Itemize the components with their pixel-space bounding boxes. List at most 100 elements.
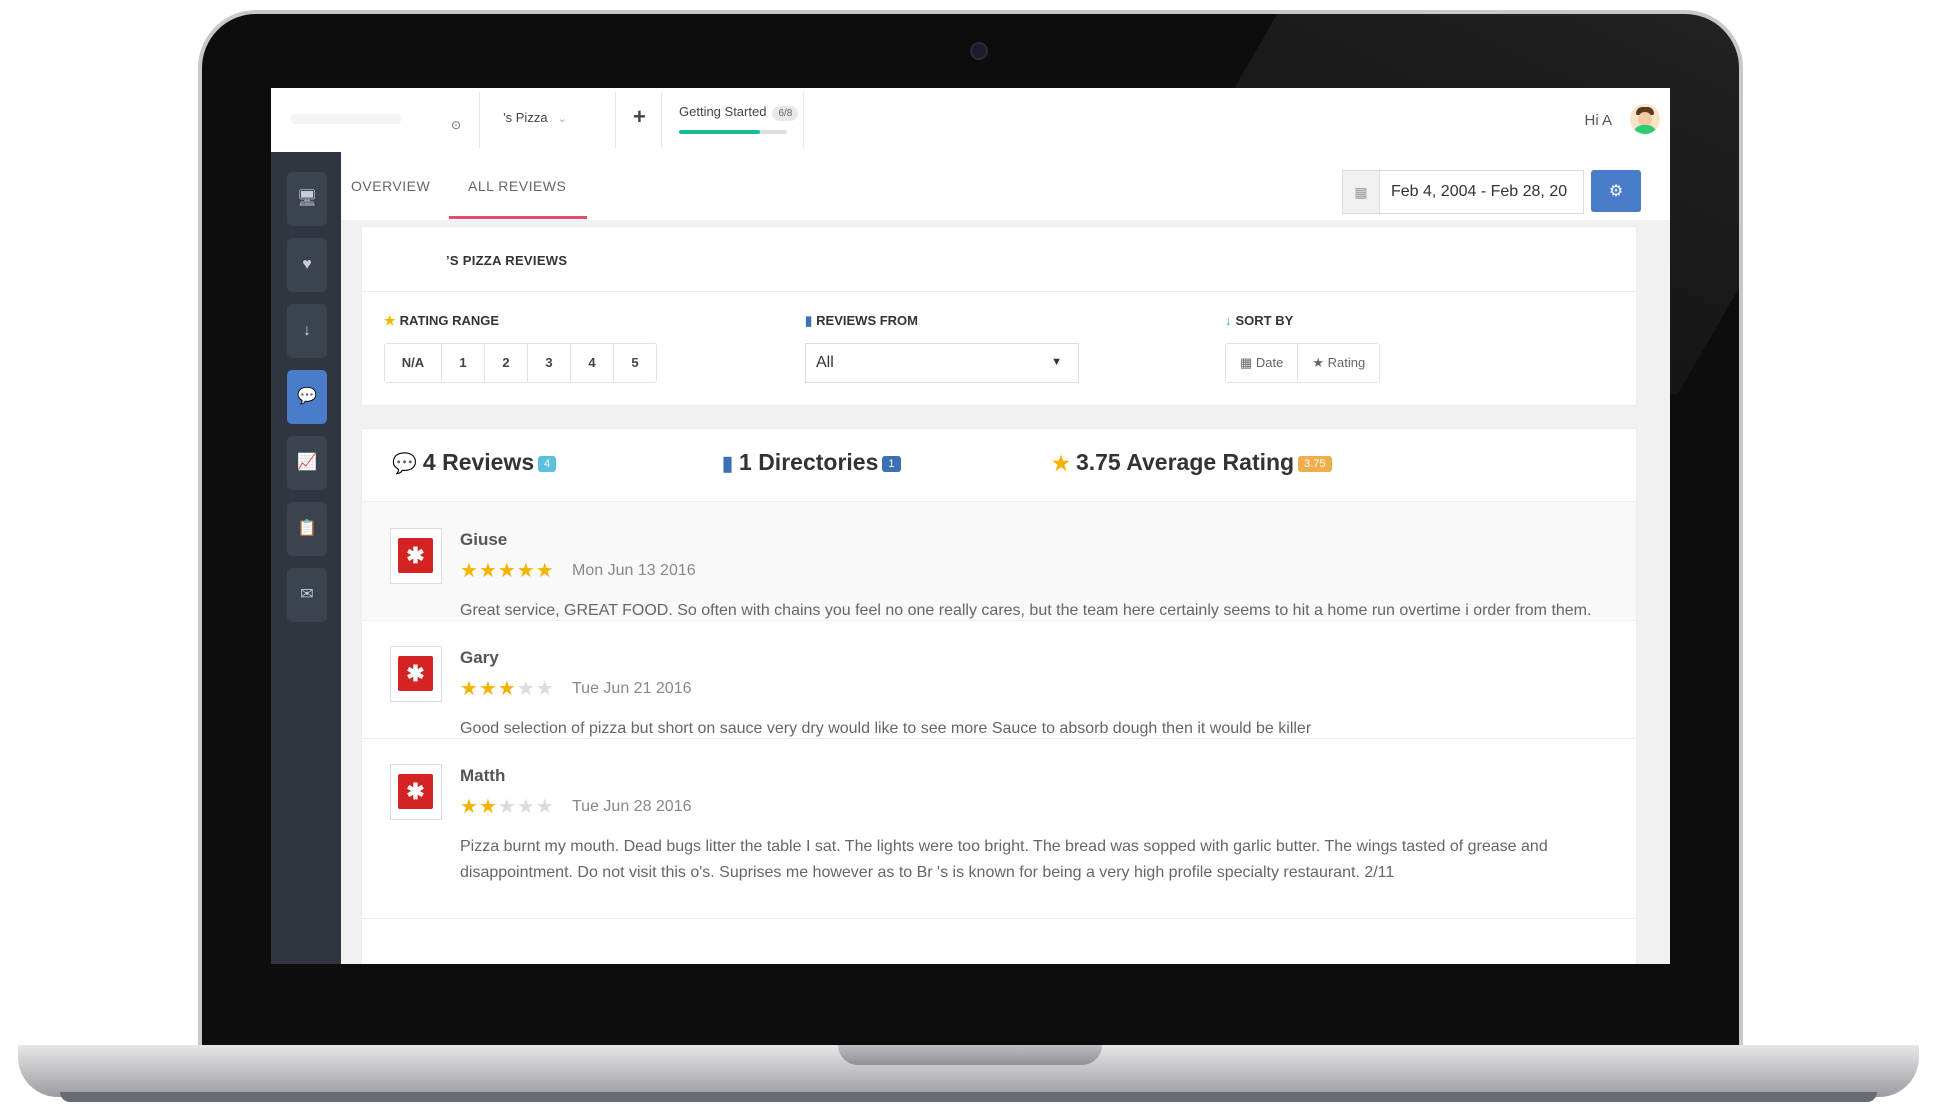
star-filled-icon: ★ xyxy=(460,796,479,818)
sort-date-button[interactable]: ▦ Date xyxy=(1226,344,1299,382)
laptop-base-bottom xyxy=(60,1092,1877,1102)
reviews-count-label: 4 Reviews xyxy=(422,449,535,475)
topbar-divider xyxy=(615,92,616,148)
average-rating-badge: 3.75 xyxy=(1298,455,1332,472)
rating-option-3[interactable]: 3 xyxy=(528,344,571,382)
caret-down-icon: ▼ xyxy=(1051,356,1062,368)
getting-started-label: Getting Started xyxy=(679,104,767,119)
reviewer-name: Gary xyxy=(460,648,499,667)
calendar-icon: ▦ xyxy=(1343,171,1380,213)
top-bar: ⊙ ’s Pizza ⌄ + Getting Started 6/8 Hi A xyxy=(271,88,1670,153)
gear-icon: ⚙ xyxy=(1608,183,1624,200)
main-content: OVERVIEW ALL REVIEWS ▦ ⚙ ’S PIZZA REVIEW… xyxy=(341,152,1670,964)
getting-started-link[interactable]: Getting Started 6/8 xyxy=(679,104,799,121)
sidebar: 🖥 ♥ ↓ 💬 📈 📋 ✉ xyxy=(271,152,341,964)
tab-all-reviews[interactable]: ALL REVIEWS xyxy=(468,178,566,194)
panel-divider xyxy=(362,291,1636,292)
avatar[interactable] xyxy=(1630,104,1660,134)
book-icon: ▮ xyxy=(722,453,734,475)
star-empty-icon: ★ xyxy=(535,796,555,818)
avatar-face xyxy=(1638,112,1652,126)
comments-icon: 💬 xyxy=(297,388,317,405)
star-filled-icon: ★ xyxy=(478,796,498,818)
tab-bar: OVERVIEW ALL REVIEWS ▦ ⚙ xyxy=(341,152,1670,220)
sidebar-item-favorites[interactable]: ♥ xyxy=(287,238,327,292)
progress-badge: 6/8 xyxy=(772,106,799,121)
envelope-icon: ✉ xyxy=(300,586,314,603)
sidebar-item-reports[interactable]: 📋 xyxy=(287,502,327,556)
yelp-source[interactable]: ✱ xyxy=(390,646,442,702)
review-stars: ★★★★★ xyxy=(460,558,555,583)
chart-line-icon: 📈 xyxy=(297,454,317,471)
sidebar-item-reviews[interactable]: 💬 xyxy=(287,370,327,424)
reviewer-name: Giuse xyxy=(460,530,508,549)
sort-date-label: Date xyxy=(1255,355,1284,370)
sort-by-group: ▦ Date ★ Rating xyxy=(1225,343,1381,383)
review-date: Tue Jun 21 2016 xyxy=(572,680,692,697)
star-filled-icon: ★ xyxy=(535,560,555,582)
yelp-source[interactable]: ✱ xyxy=(390,528,442,584)
avatar-shirt xyxy=(1633,125,1657,134)
rating-option-na[interactable]: N/A xyxy=(385,344,442,382)
review-text: Pizza burnt my mouth. Dead bugs litter t… xyxy=(460,838,1548,881)
location-pin-icon: ⊙ xyxy=(451,118,462,132)
star-icon: ★ xyxy=(384,313,396,328)
review-item: ✱ Matth ★★★★★ Tue Jun 28 2016 Pizza burn… xyxy=(362,738,1636,919)
sidebar-item-dashboard[interactable]: 🖥 xyxy=(287,172,327,226)
date-range-input[interactable] xyxy=(1389,177,1581,207)
reviews-from-label: ▮ REVIEWS FROM xyxy=(805,313,918,329)
brand-logo[interactable]: ⊙ xyxy=(291,108,461,132)
panel-title: ’S PIZZA REVIEWS xyxy=(446,253,568,268)
sidebar-item-analytics[interactable]: 📈 xyxy=(287,436,327,490)
reviews-from-select[interactable]: All ▼ xyxy=(805,343,1079,383)
topbar-divider xyxy=(803,92,804,148)
rating-option-1[interactable]: 1 xyxy=(442,344,485,382)
location-selector[interactable]: ’s Pizza ⌄ xyxy=(503,110,567,125)
review-stats: 💬 4 Reviews 4 ▮ 1 Directories 1 ★ 3.75 Averag… xyxy=(362,429,1636,502)
yelp-icon: ✱ xyxy=(398,538,433,573)
star-empty-icon: ★ xyxy=(497,796,517,818)
directories-label: 1 Directories xyxy=(739,449,879,475)
reviews-panel: 💬 4 Reviews 4 ▮ 1 Directories 1 ★ 3.75 Averag… xyxy=(361,428,1637,964)
tab-overview[interactable]: OVERVIEW xyxy=(351,178,430,194)
yelp-icon: ✱ xyxy=(398,774,433,809)
star-empty-icon: ★ xyxy=(516,678,536,700)
heart-icon: ♥ xyxy=(302,256,312,273)
review-date: Tue Jun 28 2016 xyxy=(572,798,692,815)
settings-button[interactable]: ⚙ xyxy=(1591,170,1641,212)
book-icon: ▮ xyxy=(805,313,813,328)
review-item: ✱ Gary ★★★★★ Tue Jun 21 2016 Good select… xyxy=(362,620,1636,739)
location-name: ’s Pizza xyxy=(503,110,548,125)
star-filled-icon: ★ xyxy=(497,678,517,700)
chevron-down-icon: ⌄ xyxy=(557,113,567,125)
star-empty-icon: ★ xyxy=(516,796,536,818)
star-empty-icon: ★ xyxy=(535,678,555,700)
star-filled-icon: ★ xyxy=(478,678,498,700)
star-icon: ★ xyxy=(1052,453,1070,475)
directories-stat: ▮ 1 Directories 1 xyxy=(722,449,901,476)
rating-option-5[interactable]: 5 xyxy=(614,344,656,382)
star-filled-icon: ★ xyxy=(497,560,517,582)
date-range-picker[interactable]: ▦ xyxy=(1342,170,1584,214)
rating-option-2[interactable]: 2 xyxy=(485,344,528,382)
add-location-button[interactable]: + xyxy=(633,104,646,130)
brand-logo-mask xyxy=(291,114,401,124)
calendar-icon: ▦ xyxy=(1240,355,1256,370)
clipboard-icon: 📋 xyxy=(297,520,317,537)
sidebar-item-messages[interactable]: ✉ xyxy=(287,568,327,622)
filter-panel: ’S PIZZA REVIEWS ★ RATING RANGE N/A 1 2 3… xyxy=(361,226,1637,406)
sidebar-item-rankings[interactable]: ↓ xyxy=(287,304,327,358)
sort-rating-button[interactable]: ★ Rating xyxy=(1298,344,1380,382)
yelp-icon: ✱ xyxy=(398,656,433,691)
star-filled-icon: ★ xyxy=(460,560,479,582)
average-rating-label: 3.75 Average Rating xyxy=(1075,449,1295,475)
desktop-icon: 🖥 xyxy=(296,190,318,207)
average-rating-stat: ★ 3.75 Average Rating 3.75 xyxy=(1052,449,1332,476)
sort-rating-label: Rating xyxy=(1327,355,1366,370)
star-filled-icon: ★ xyxy=(478,560,498,582)
yelp-source[interactable]: ✱ xyxy=(390,764,442,820)
topbar-divider xyxy=(479,92,480,148)
rating-option-4[interactable]: 4 xyxy=(571,344,614,382)
user-greeting[interactable]: Hi A xyxy=(1584,112,1612,129)
rating-range-label: ★ RATING RANGE xyxy=(384,313,499,329)
